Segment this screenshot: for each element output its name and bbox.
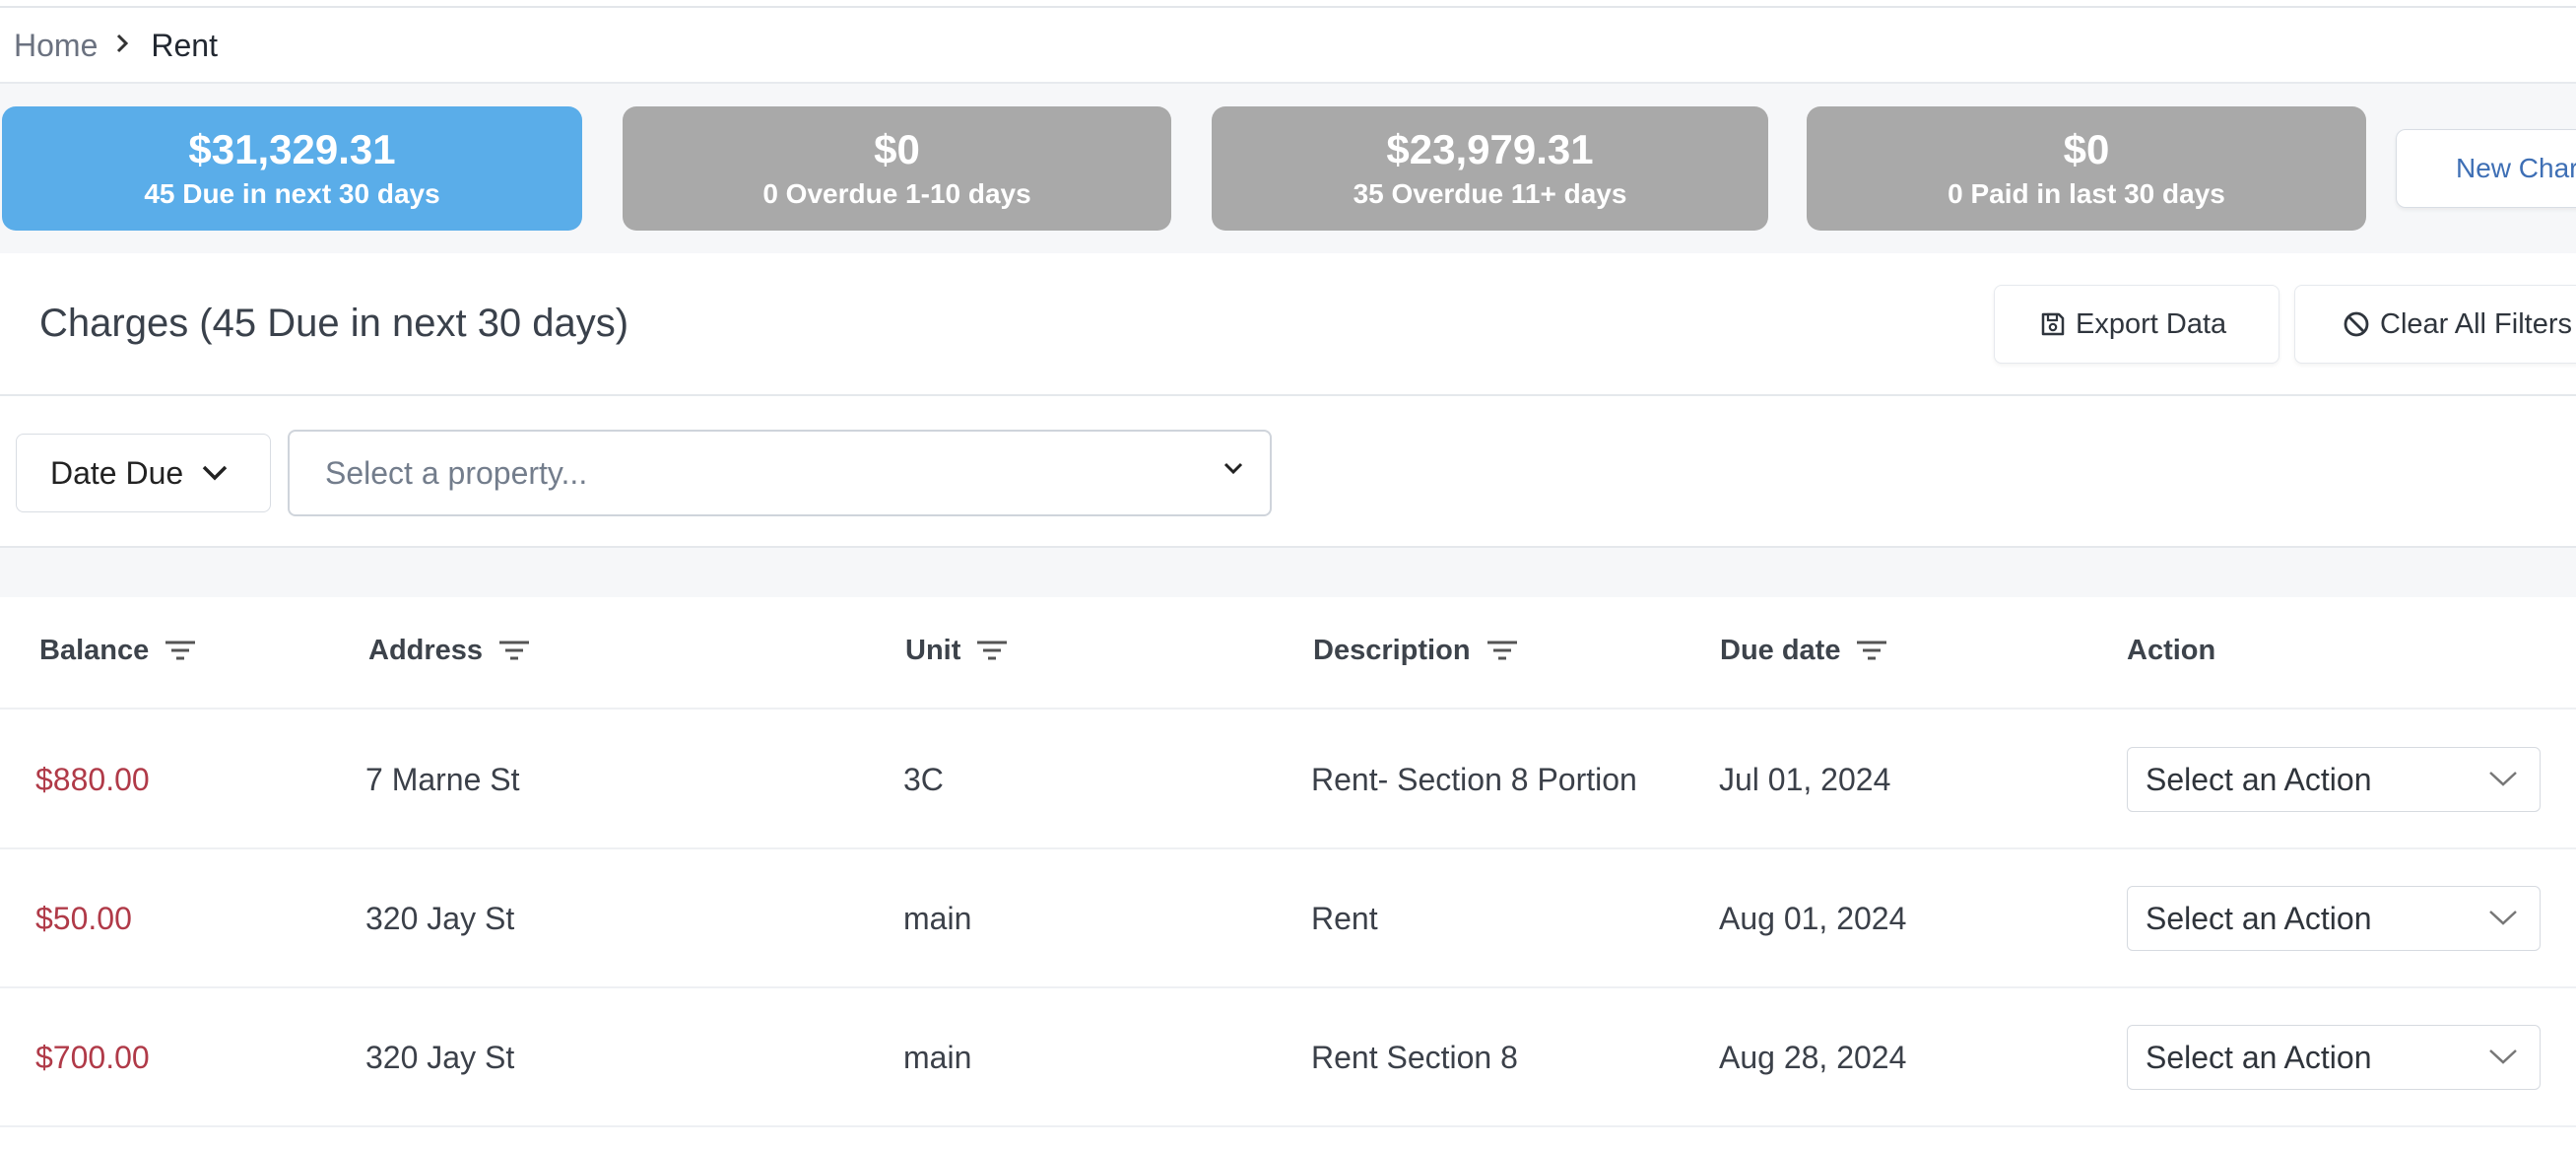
row-action-select[interactable]: Select an Action: [2127, 886, 2541, 951]
column-header-unit[interactable]: Unit: [905, 631, 1008, 670]
cell-due-date: Jul 01, 2024: [1719, 762, 1891, 797]
column-header-label: Unit: [905, 634, 961, 666]
chevron-down-icon: [202, 465, 228, 481]
date-due-label: Date Due: [50, 454, 184, 491]
card-amount: $0: [874, 126, 920, 172]
filter-icon[interactable]: [1486, 640, 1518, 661]
chevron-down-icon: [2489, 1049, 2517, 1064]
action-select-value: Select an Action: [2146, 761, 2372, 797]
property-select-placeholder: Select a property...: [325, 454, 588, 491]
breadcrumb: Home Rent: [14, 22, 218, 69]
summary-card-paid-last-30[interactable]: $0 0 Paid in last 30 days: [1807, 106, 2366, 231]
cell-address: 320 Jay St: [365, 901, 515, 936]
floppy-disk-icon: [2041, 312, 2065, 336]
column-header-label: Description: [1313, 634, 1471, 666]
cell-unit: main: [903, 1040, 972, 1075]
new-charge-button[interactable]: New Charge: [2396, 129, 2576, 208]
row-divider: [0, 1125, 2576, 1127]
top-border: [0, 6, 2576, 8]
table-top-strip: [0, 548, 2576, 597]
column-header-label: Action: [2127, 634, 2216, 666]
filter-icon[interactable]: [1856, 640, 1887, 661]
card-amount: $31,329.31: [188, 126, 396, 172]
cell-unit: main: [903, 901, 972, 936]
ban-icon: [2344, 311, 2369, 337]
cell-balance: $700.00: [35, 1040, 150, 1075]
filter-icon[interactable]: [498, 640, 530, 661]
cell-description: Rent: [1311, 901, 1378, 936]
chevron-right-icon: [115, 30, 129, 61]
breadcrumb-current: Rent: [151, 27, 218, 63]
chevron-down-icon: [2489, 911, 2517, 925]
row-action-select[interactable]: Select an Action: [2127, 747, 2541, 812]
column-header-label: Balance: [39, 634, 150, 666]
cell-balance: $50.00: [35, 901, 132, 936]
clear-all-filters-label: Clear All Filters: [2380, 307, 2572, 340]
row-divider: [0, 986, 2576, 988]
action-select-value: Select an Action: [2146, 1039, 2372, 1075]
export-data-button[interactable]: Export Data: [1994, 285, 2279, 364]
export-data-label: Export Data: [2076, 307, 2227, 340]
cell-unit: 3C: [903, 762, 944, 797]
page-title: Charges (45 Due in next 30 days): [39, 302, 629, 345]
cell-description: Rent Section 8: [1311, 1040, 1518, 1075]
breadcrumb-home-link[interactable]: Home: [14, 28, 98, 64]
summary-card-due-next-30[interactable]: $31,329.31 45 Due in next 30 days: [2, 106, 582, 231]
column-header-action: Action: [2127, 631, 2215, 670]
cell-description: Rent- Section 8 Portion: [1311, 762, 1637, 797]
property-select[interactable]: Select a property...: [288, 430, 1272, 516]
card-label: 0 Overdue 1-10 days: [762, 178, 1031, 209]
card-amount: $23,979.31: [1386, 126, 1594, 172]
column-header-balance[interactable]: Balance: [39, 631, 196, 670]
cell-due-date: Aug 01, 2024: [1719, 901, 1907, 936]
date-due-dropdown[interactable]: Date Due: [16, 434, 271, 512]
summary-card-overdue-1-10[interactable]: $0 0 Overdue 1-10 days: [623, 106, 1171, 231]
summary-card-overdue-11-plus[interactable]: $23,979.31 35 Overdue 11+ days: [1212, 106, 1768, 231]
column-header-due-date[interactable]: Due date: [1720, 631, 1887, 670]
column-header-description[interactable]: Description: [1313, 631, 1518, 670]
divider: [0, 394, 2576, 396]
card-label: 35 Overdue 11+ days: [1353, 178, 1627, 209]
column-header-address[interactable]: Address: [368, 631, 530, 670]
cell-address: 320 Jay St: [365, 1040, 515, 1075]
chevron-down-icon: [1223, 462, 1243, 475]
row-action-select[interactable]: Select an Action: [2127, 1025, 2541, 1090]
card-amount: $0: [2063, 126, 2110, 172]
cell-balance: $880.00: [35, 762, 150, 797]
column-header-label: Address: [368, 634, 484, 666]
cell-due-date: Aug 28, 2024: [1719, 1040, 1907, 1075]
row-divider: [0, 847, 2576, 849]
action-select-value: Select an Action: [2146, 900, 2372, 936]
card-label: 45 Due in next 30 days: [144, 178, 440, 209]
filter-icon[interactable]: [165, 640, 196, 661]
card-label: 0 Paid in last 30 days: [1948, 178, 2225, 209]
chevron-down-icon: [2489, 772, 2517, 786]
filter-icon[interactable]: [976, 640, 1008, 661]
cell-address: 7 Marne St: [365, 762, 520, 797]
row-divider: [0, 708, 2576, 710]
clear-all-filters-button[interactable]: Clear All Filters: [2294, 285, 2576, 364]
column-header-label: Due date: [1720, 634, 1841, 666]
